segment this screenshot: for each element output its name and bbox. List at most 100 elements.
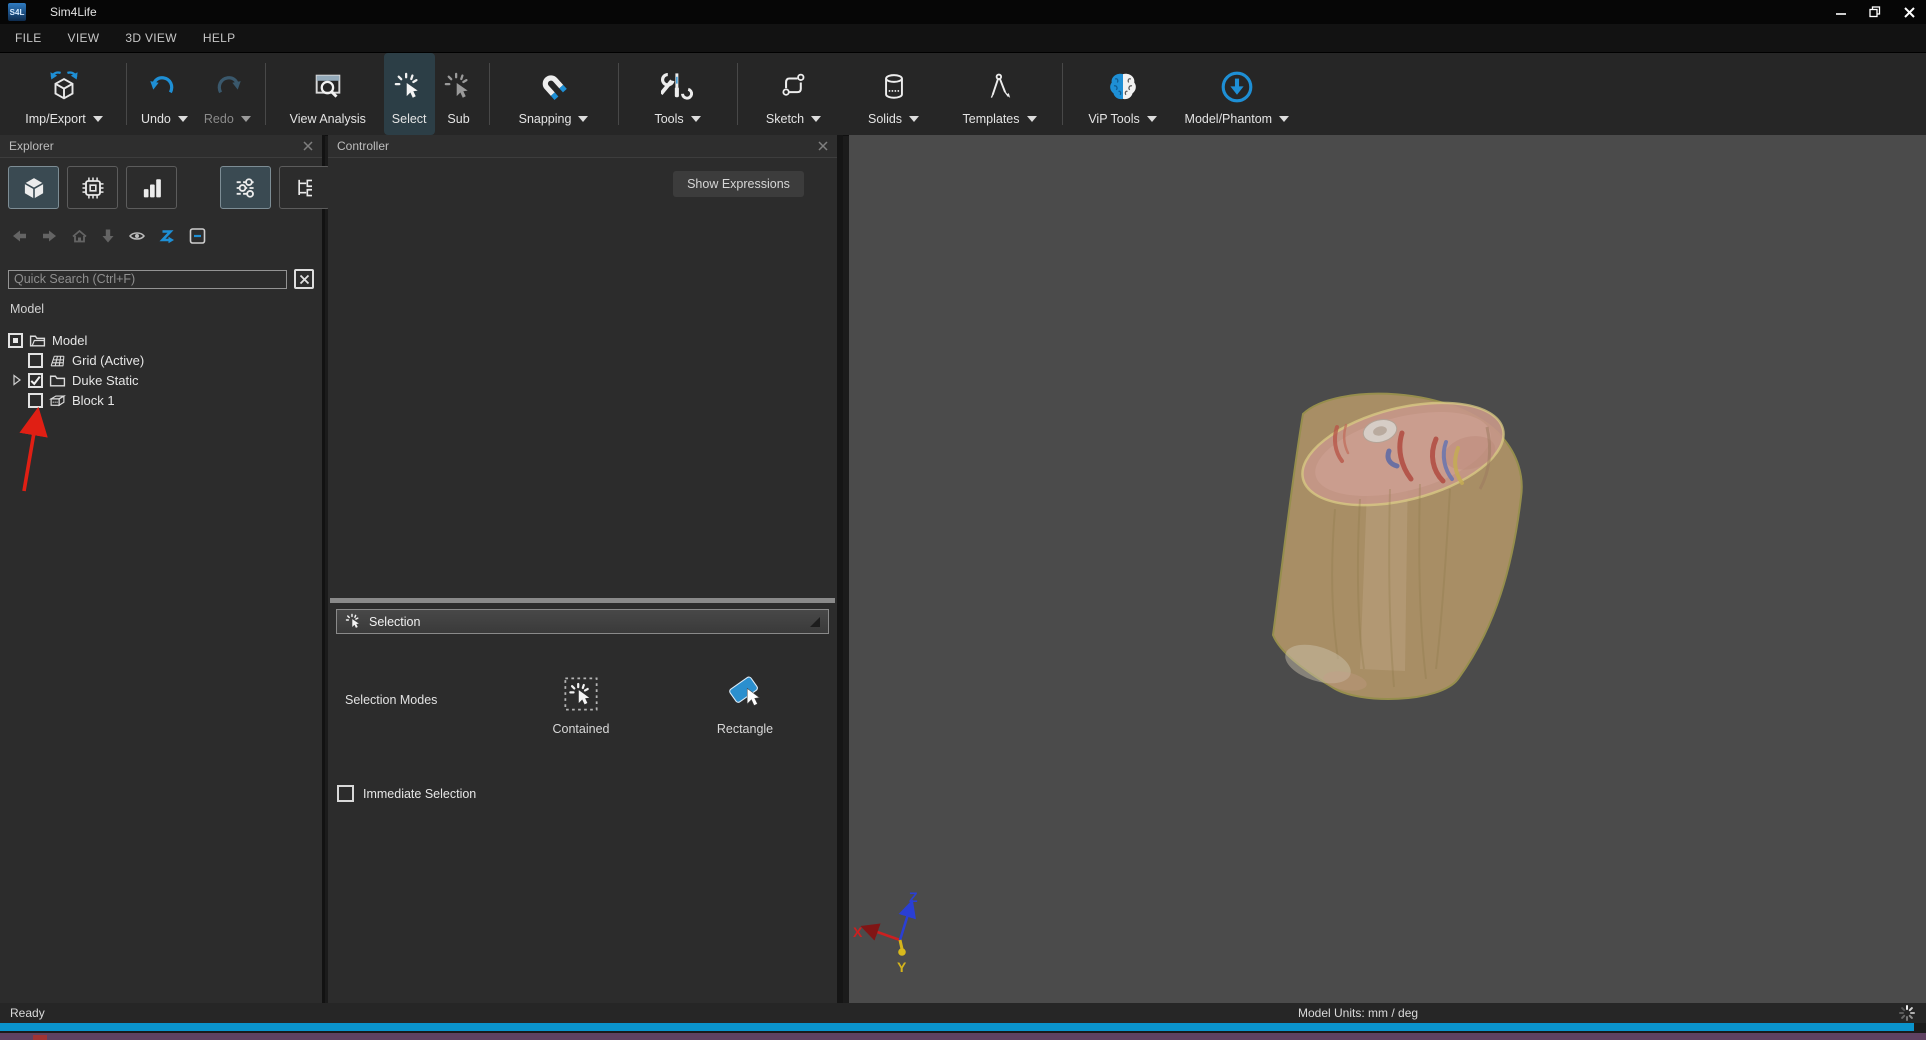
controller-close-button[interactable]: [818, 141, 828, 151]
home-icon[interactable]: [70, 227, 89, 245]
toolbar-sub[interactable]: Sub: [435, 53, 483, 135]
busy-spinner-icon: [1898, 1004, 1916, 1022]
dropdown-caret-icon[interactable]: [578, 116, 588, 122]
tree-row-grid[interactable]: Grid (Active): [0, 350, 322, 370]
tree-item-label: Grid (Active): [72, 353, 144, 368]
rectangle-mode-icon: [725, 675, 765, 713]
app-logo-icon: S4L: [8, 3, 26, 21]
close-button[interactable]: [1892, 0, 1926, 24]
y-axis: [900, 940, 902, 949]
bar-chart-icon: [138, 174, 166, 202]
tree-row-duke-static[interactable]: Duke Static: [0, 370, 322, 390]
selection-mode-rectangle[interactable]: Rectangle: [690, 675, 800, 736]
explorer-close-button[interactable]: [303, 141, 313, 151]
clear-search-button[interactable]: [294, 269, 314, 289]
collapse-corner-icon[interactable]: [810, 617, 820, 627]
toolbar-sketch[interactable]: Sketch: [744, 53, 844, 135]
dropdown-caret-icon[interactable]: [1027, 116, 1037, 122]
tab-simulation-view[interactable]: [67, 166, 118, 209]
redo-icon: [212, 67, 242, 107]
toolbar-separator: [126, 63, 127, 125]
expand-triangle-icon[interactable]: [13, 374, 21, 386]
dropdown-caret-icon[interactable]: [909, 116, 919, 122]
controller-header: Controller: [328, 135, 837, 158]
toolbar-imp-export[interactable]: Imp/Export: [8, 53, 120, 135]
goto-down-arrow-icon[interactable]: [100, 227, 116, 245]
toolbar-model-phantom[interactable]: Model/Phantom: [1177, 53, 1298, 135]
tab-properties-view[interactable]: [220, 166, 271, 209]
immediate-selection-checkbox[interactable]: [337, 785, 354, 802]
contained-mode-icon: [562, 675, 600, 713]
immediate-selection-row[interactable]: Immediate Selection: [337, 785, 476, 802]
model-phantom-download-icon: [1219, 67, 1255, 107]
minimize-button[interactable]: [1824, 0, 1858, 24]
back-arrow-icon[interactable]: [10, 227, 29, 245]
viewport-3d[interactable]: X Z Y: [849, 135, 1926, 1003]
zoom-to-selection-icon[interactable]: [158, 227, 177, 245]
tree-row-block-1[interactable]: Block 1: [0, 390, 322, 410]
dropdown-caret-icon[interactable]: [178, 116, 188, 122]
toolbar-tools[interactable]: Tools: [625, 53, 731, 135]
status-model-units: Model Units: mm / deg: [1298, 1006, 1418, 1020]
toolbar-vip-tools[interactable]: ViP Tools: [1069, 53, 1177, 135]
toolbar-select[interactable]: Select: [384, 53, 435, 135]
chip-icon: [79, 174, 107, 202]
toolbar-templates-label: Templates: [963, 112, 1020, 126]
visibility-eye-icon[interactable]: [127, 227, 147, 245]
grid-checkbox[interactable]: [28, 353, 43, 368]
menu-file[interactable]: FILE: [15, 31, 42, 45]
dropdown-caret-icon[interactable]: [241, 116, 251, 122]
tree-structure-icon: [291, 174, 319, 202]
tab-model-view[interactable]: [8, 166, 59, 209]
collapse-all-icon[interactable]: [188, 227, 207, 245]
toolbar-imp-export-label: Imp/Export: [25, 112, 85, 126]
solids-cylinder-icon: [877, 67, 911, 107]
tab-tree-view[interactable]: [279, 166, 330, 209]
import-export-icon: [47, 67, 81, 107]
toolbar-snapping[interactable]: Snapping: [496, 53, 612, 135]
toolbar-separator: [265, 63, 266, 125]
dropdown-caret-icon[interactable]: [93, 116, 103, 122]
duke-static-checkbox[interactable]: [28, 373, 43, 388]
selection-mode-contained[interactable]: Contained: [526, 675, 636, 736]
grid-icon: [49, 353, 66, 368]
tab-analysis-view[interactable]: [126, 166, 177, 209]
main-toolbar: Imp/Export Undo Redo: [0, 52, 1926, 136]
restore-icon: [1869, 6, 1881, 18]
toolbar-templates[interactable]: Templates: [944, 53, 1056, 135]
forward-arrow-icon[interactable]: [40, 227, 59, 245]
sub-select-cursor-icon: [443, 67, 475, 107]
explorer-title: Explorer: [9, 139, 54, 153]
x-axis-label: X: [853, 924, 863, 940]
dropdown-caret-icon[interactable]: [811, 116, 821, 122]
cube-icon: [20, 174, 48, 202]
menu-3d-view[interactable]: 3D VIEW: [125, 31, 176, 45]
toolbar-redo[interactable]: Redo: [196, 53, 259, 135]
menu-view[interactable]: VIEW: [68, 31, 100, 45]
block-icon: [49, 393, 66, 408]
model-checkbox[interactable]: [8, 333, 23, 348]
toolbar-undo[interactable]: Undo: [133, 53, 196, 135]
show-expressions-button[interactable]: Show Expressions: [673, 171, 804, 197]
explorer-panel: Explorer: [0, 135, 325, 1003]
taskbar-fragment: [33, 1035, 47, 1040]
toolbar-solids[interactable]: Solids: [844, 53, 944, 135]
z-axis: [900, 908, 910, 940]
restore-button[interactable]: [1858, 0, 1892, 24]
menu-help[interactable]: HELP: [203, 31, 236, 45]
model-3d-duke-thigh[interactable]: [1240, 369, 1560, 729]
dropdown-caret-icon[interactable]: [691, 116, 701, 122]
panel-splitter[interactable]: [330, 598, 835, 603]
view-analysis-icon: [311, 67, 345, 107]
toolbar-redo-label: Redo: [204, 112, 234, 126]
toolbar-separator: [618, 63, 619, 125]
tree-row-model[interactable]: Model: [0, 330, 322, 350]
block-1-checkbox[interactable]: [28, 393, 43, 408]
dropdown-caret-icon[interactable]: [1147, 116, 1157, 122]
selection-section-header[interactable]: Selection: [336, 609, 829, 634]
dropdown-caret-icon[interactable]: [1279, 116, 1289, 122]
toolbar-sub-label: Sub: [447, 112, 469, 126]
toolbar-view-analysis[interactable]: View Analysis: [272, 53, 384, 135]
titlebar: S4L Sim4Life: [0, 0, 1926, 24]
quick-search-input[interactable]: [8, 270, 287, 289]
